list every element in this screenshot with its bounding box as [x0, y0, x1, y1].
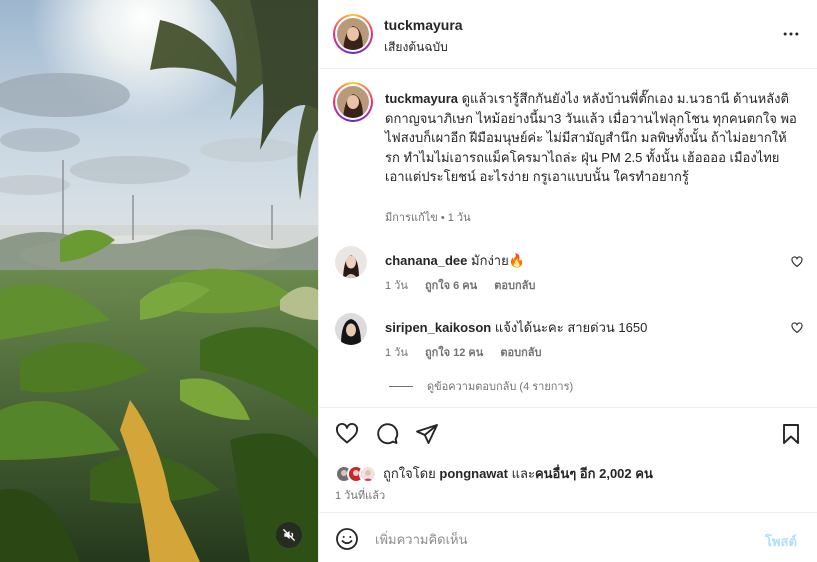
view-replies-button[interactable]: ดูข้อความตอบกลับ (4 รายการ)	[389, 377, 573, 395]
comment-meta: 1 วัน ถูกใจ 12 คน ตอบกลับ	[385, 343, 556, 361]
comment-likes[interactable]: ถูกใจ 12 คน	[425, 347, 483, 359]
more-horizontal-icon[interactable]	[781, 24, 801, 44]
post-detail-panel: tuckmayura เสียงต้นฉบับ tuckmayura ดูแล้…	[318, 0, 817, 562]
commenter-avatar-image	[335, 313, 367, 345]
comment-meta: 1 วัน ถูกใจ 6 คน ตอบกลับ	[385, 276, 549, 294]
commenter-avatar-image	[335, 246, 367, 278]
comment-text: มักง่าย🔥	[471, 253, 525, 268]
heart-icon[interactable]	[335, 422, 359, 446]
add-comment-bar: โพสต์	[319, 512, 817, 562]
likes-summary: ถูกใจโดย pongnawat และคนอื่นๆ อีก 2,002 …	[335, 463, 653, 484]
post-caption: tuckmayura ดูแล้วเรารู้สึกกันยังไง หลังบ…	[385, 89, 797, 187]
post-comment-button[interactable]: โพสต์	[765, 531, 797, 552]
comment-line: siripen_kaikoson แจ้งได้นะคะ สายด่วน 165…	[385, 317, 647, 338]
caption-avatar[interactable]	[333, 82, 373, 122]
comment-username[interactable]: siripen_kaikoson	[385, 320, 491, 335]
liker-avatar[interactable]	[359, 464, 377, 483]
author-username[interactable]: tuckmayura	[384, 17, 463, 33]
mute-button[interactable]	[276, 522, 302, 548]
liker-username[interactable]: pongnawat	[439, 466, 508, 481]
caption-meta: มีการแก้ไข • 1 วัน	[385, 212, 471, 224]
post-media[interactable]	[0, 0, 318, 562]
author-avatar-image	[337, 18, 369, 50]
comment-time[interactable]: 1 วัน	[385, 280, 408, 292]
likes-middle: และ	[507, 466, 535, 481]
comment-likes[interactable]: ถูกใจ 6 คน	[425, 280, 477, 292]
comment-line: chanana_dee มักง่าย🔥	[385, 250, 525, 271]
caption-avatar-image	[337, 86, 369, 118]
send-icon[interactable]	[415, 422, 439, 446]
author-avatar[interactable]	[333, 14, 373, 54]
post-video-frame	[0, 0, 318, 562]
post-actions: ถูกใจโดย pongnawat และคนอื่นๆ อีก 2,002 …	[319, 407, 817, 507]
post-header: tuckmayura เสียงต้นฉบับ	[319, 0, 817, 69]
comment-like-icon[interactable]	[791, 322, 803, 334]
comment-username[interactable]: chanana_dee	[385, 253, 467, 268]
comment-like-icon[interactable]	[791, 256, 803, 268]
comment-input[interactable]	[375, 527, 745, 551]
commenter-avatar[interactable]	[335, 313, 367, 345]
comment-icon[interactable]	[375, 422, 399, 446]
post-time[interactable]: 1 วันที่แล้ว	[335, 486, 385, 504]
reply-button[interactable]: ตอบกลับ	[500, 347, 541, 359]
comment-text: แจ้งได้นะคะ สายด่วน 1650	[494, 320, 648, 335]
view-replies-label: ดูข้อความตอบกลับ (4 รายการ)	[427, 381, 574, 393]
speaker-muted-icon	[283, 529, 295, 541]
bookmark-icon[interactable]	[779, 422, 803, 446]
comment-time[interactable]: 1 วัน	[385, 347, 408, 359]
emoji-icon[interactable]	[335, 527, 359, 551]
audio-label[interactable]: เสียงต้นฉบับ	[384, 38, 448, 57]
replies-divider	[389, 385, 413, 387]
caption-username[interactable]: tuckmayura	[385, 91, 458, 106]
likes-others[interactable]: คนอื่นๆ อีก 2,002 คน	[535, 466, 653, 481]
commenter-avatar[interactable]	[335, 246, 367, 278]
reply-button[interactable]: ตอบกลับ	[494, 280, 535, 292]
likes-text: ถูกใจโดย pongnawat และคนอื่นๆ อีก 2,002 …	[383, 463, 653, 484]
likes-prefix: ถูกใจโดย	[383, 466, 440, 481]
